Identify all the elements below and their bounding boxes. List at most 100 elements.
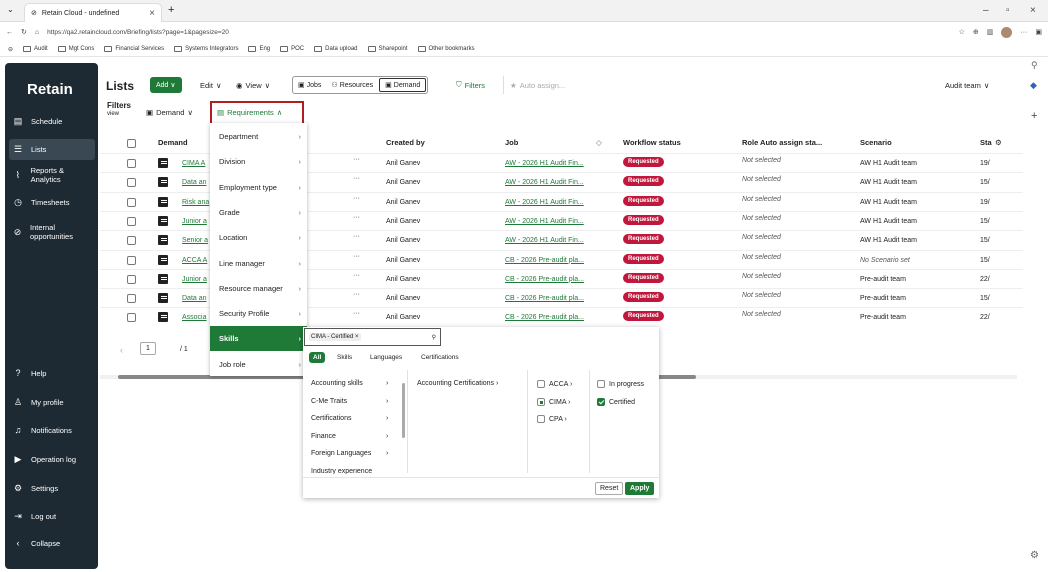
- row-checkbox[interactable]: [127, 274, 136, 284]
- skill-category-item[interactable]: Foreign Languages ›: [311, 450, 388, 457]
- new-tab-icon[interactable]: +: [168, 4, 174, 16]
- close-tab-icon[interactable]: ×: [149, 8, 155, 19]
- sidebar-item-timesheets[interactable]: ◷ Timesheets: [13, 197, 93, 208]
- row-checkbox[interactable]: [127, 313, 136, 323]
- skill-checkbox[interactable]: [537, 415, 545, 423]
- sidebar-item-notifications[interactable]: ♫ Notifications: [13, 425, 93, 435]
- bookmark-2[interactable]: Financial Services: [104, 46, 164, 52]
- demand-toggle[interactable]: ▣ Demand: [379, 78, 427, 92]
- add-button[interactable]: Add ∨: [150, 76, 182, 94]
- col-scenario[interactable]: Scenario: [860, 138, 892, 147]
- row-actions-icon[interactable]: ···: [353, 195, 360, 202]
- demand-link[interactable]: CIMA A: [182, 160, 205, 167]
- row-checkbox[interactable]: [127, 236, 136, 246]
- row-checkbox[interactable]: [127, 178, 136, 188]
- bookmark-3[interactable]: Systems Integrators: [174, 46, 238, 52]
- row-checkbox[interactable]: [127, 294, 136, 304]
- row-actions-icon[interactable]: ···: [353, 272, 360, 279]
- row-checkbox[interactable]: [127, 255, 136, 265]
- skill-item[interactable]: ACCA ›: [537, 380, 572, 388]
- menu-item-grade[interactable]: Grade ›: [210, 200, 307, 225]
- demand-link[interactable]: Junior a: [182, 276, 207, 283]
- job-link[interactable]: AW - 2026 H1 Audit Fin...: [505, 199, 584, 206]
- skill-item[interactable]: CPA ›: [537, 415, 567, 423]
- menu-item-department[interactable]: Department ›: [210, 124, 307, 149]
- copilot-icon[interactable]: ◆: [1030, 80, 1037, 91]
- sidebar-toggle-icon[interactable]: ▣: [1035, 28, 1042, 36]
- bookmark-7[interactable]: Sharepoint: [367, 46, 408, 52]
- demand-link[interactable]: Risk ana: [182, 199, 209, 206]
- resources-toggle[interactable]: ⚇ Resources: [326, 77, 378, 93]
- prev-page-icon[interactable]: ‹: [120, 345, 123, 355]
- skill-category-item[interactable]: Accounting skills ›: [311, 380, 388, 387]
- skill-level-item[interactable]: In progress: [597, 380, 644, 388]
- skill-category-item[interactable]: Industry experience›: [311, 468, 372, 474]
- level-checkbox[interactable]: [597, 397, 605, 406]
- sidebar-item-schedule[interactable]: ▤ Schedule: [13, 116, 93, 127]
- close-window-icon[interactable]: ×: [1030, 5, 1036, 16]
- tab-certifications[interactable]: Certifications: [421, 354, 459, 361]
- sidebar-item-collapse[interactable]: ‹ Collapse: [13, 538, 93, 548]
- demand-link[interactable]: Data an: [182, 179, 207, 186]
- home-icon[interactable]: ⌂: [35, 29, 39, 36]
- bookmark-1[interactable]: Mgt Cons: [57, 46, 94, 52]
- bookmark-6[interactable]: Data upload: [314, 46, 358, 52]
- favorite-icon[interactable]: ☆: [959, 28, 965, 36]
- skills-scrollbar[interactable]: [402, 383, 405, 438]
- demand-link[interactable]: Junior a: [182, 218, 207, 225]
- tab-all[interactable]: All: [309, 352, 326, 363]
- skills-search-input[interactable]: CIMA - Certified × ⚲: [304, 328, 441, 346]
- job-link[interactable]: CB - 2026 Pre-audit pla...: [505, 257, 584, 264]
- row-actions-icon[interactable]: ···: [353, 214, 360, 221]
- demand-link[interactable]: Senior a: [182, 237, 208, 244]
- col-created-by[interactable]: Created by: [386, 138, 425, 147]
- menu-item-location[interactable]: Location ›: [210, 225, 307, 250]
- skill-category-item[interactable]: C-Me Traits ›: [311, 398, 388, 405]
- tab-skills[interactable]: Skills: [337, 354, 352, 361]
- job-link[interactable]: AW - 2026 H1 Audit Fin...: [505, 160, 584, 167]
- skill-category-item[interactable]: Certifications ›: [311, 415, 388, 422]
- menu-item-line-manager[interactable]: Line manager ›: [210, 251, 307, 276]
- skill-category-item[interactable]: Finance ›: [311, 433, 388, 440]
- menu-item-job-role[interactable]: Job role ›: [210, 352, 307, 377]
- edit-button[interactable]: Edit ∨: [200, 76, 221, 94]
- search-icon[interactable]: ⚲: [1031, 60, 1038, 71]
- bookmark-4[interactable]: Eng: [248, 46, 270, 52]
- bookmark-icon[interactable]: ⊖: [8, 46, 13, 53]
- sort-icon[interactable]: ◇: [596, 138, 602, 147]
- select-all-checkbox[interactable]: [127, 139, 136, 148]
- url-field[interactable]: https://qa2.retaincloud.com/Briefing/lis…: [47, 29, 229, 36]
- col-workflow-status[interactable]: Workflow status: [623, 138, 681, 147]
- requirements-filter[interactable]: ▤ Requirements ∧: [217, 103, 282, 121]
- jobs-toggle[interactable]: ▣ Jobs: [293, 77, 326, 93]
- bookmark-5[interactable]: POC: [280, 46, 304, 52]
- row-checkbox[interactable]: [127, 159, 136, 168]
- skill-group-item[interactable]: Accounting Certifications ›: [417, 380, 498, 387]
- menu-item-division[interactable]: Division ›: [210, 149, 307, 174]
- row-checkbox[interactable]: [127, 216, 136, 226]
- row-actions-icon[interactable]: ···: [353, 291, 360, 298]
- add-sidebar-icon[interactable]: +: [1031, 110, 1037, 122]
- view-button[interactable]: ◉ View ∨: [236, 76, 270, 94]
- sidebar-item-log-out[interactable]: ⇥ Log out: [13, 511, 93, 522]
- bookmark-0[interactable]: Audit: [23, 46, 48, 52]
- col-sta[interactable]: Sta: [980, 138, 992, 147]
- level-checkbox[interactable]: [597, 380, 605, 388]
- restore-icon[interactable]: ▫: [1006, 5, 1010, 16]
- filters-button[interactable]: ⛉ Filters: [456, 76, 485, 94]
- audit-team-select[interactable]: Audit team ∨: [945, 76, 989, 94]
- row-actions-icon[interactable]: ···: [353, 310, 360, 317]
- row-checkbox[interactable]: [127, 197, 136, 207]
- apply-button[interactable]: Apply: [625, 482, 655, 495]
- sidebar-item-help[interactable]: ? Help: [13, 368, 93, 378]
- reload-icon[interactable]: ↻: [21, 28, 27, 36]
- profile-avatar[interactable]: [1001, 26, 1013, 38]
- col-role-auto-assign[interactable]: Role Auto assign sta...: [742, 138, 822, 147]
- sidebar-item-operation-log[interactable]: ▶ Operation log: [13, 454, 93, 465]
- auto-assign-button[interactable]: ★ Auto assign...: [503, 76, 565, 94]
- column-settings-icon[interactable]: ⚙: [995, 138, 1002, 147]
- tab-list-icon[interactable]: ⌄: [7, 5, 14, 14]
- col-demand[interactable]: Demand: [158, 138, 188, 147]
- browser-tab[interactable]: ⊘ Retain Cloud - undefined ×: [24, 3, 162, 22]
- selected-skill-chip[interactable]: CIMA - Certified ×: [309, 333, 361, 341]
